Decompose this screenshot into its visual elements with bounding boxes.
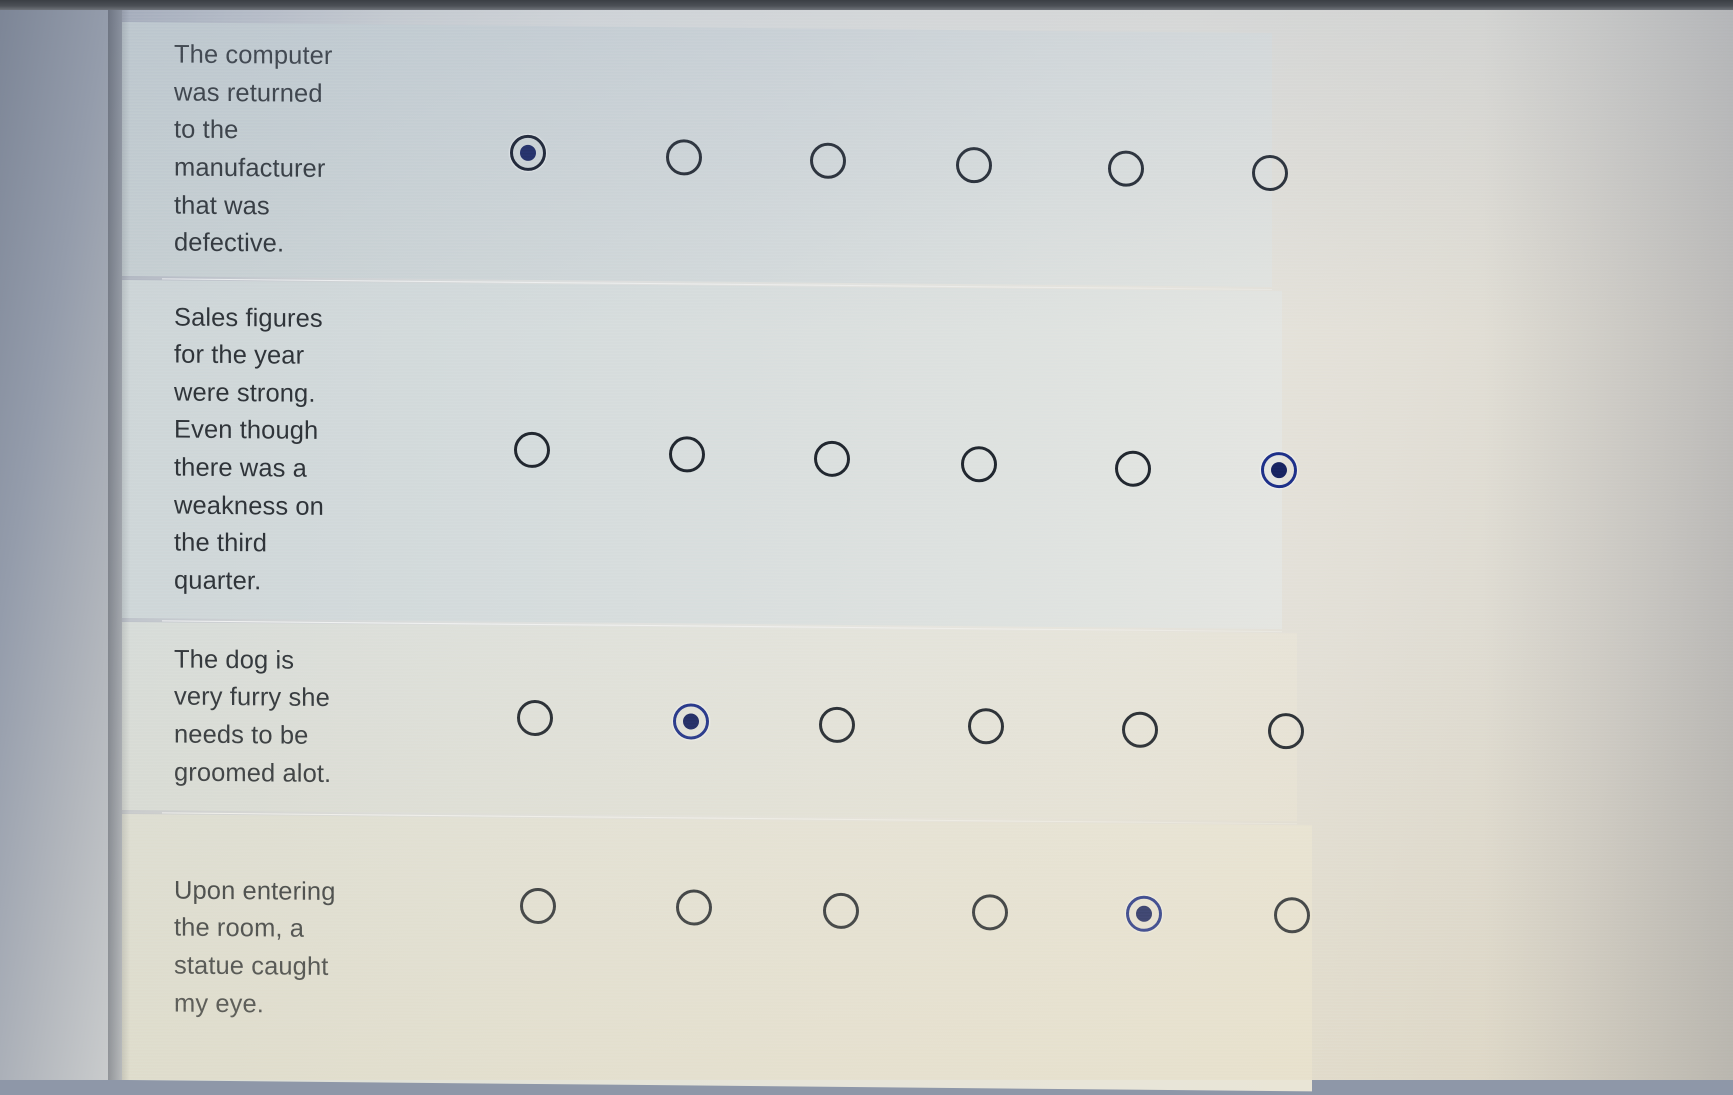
survey-row-prompt: The computer was returned to the manufac…: [174, 40, 333, 258]
radio-option-5[interactable]: [1108, 150, 1144, 187]
monitor-left-bezel: [0, 0, 122, 1080]
radio-option-2[interactable]: [676, 889, 712, 926]
radio-option-3[interactable]: [819, 706, 855, 743]
survey-row-options: [404, 25, 1288, 287]
radio-option-1[interactable]: [517, 699, 553, 737]
radio-option-5[interactable]: [1126, 896, 1162, 933]
survey-row: The dog is very furry she needs to be gr…: [122, 622, 1304, 822]
survey-row: Sales figures for the year were strong. …: [122, 280, 1297, 630]
radio-option-5[interactable]: [1115, 450, 1151, 488]
survey-row: Upon entering the room, a statue caught …: [122, 814, 1312, 1092]
survey-row-options: [404, 625, 1304, 822]
radio-option-4[interactable]: [968, 707, 1004, 745]
radio-option-3[interactable]: [810, 142, 846, 180]
radio-option-1[interactable]: [520, 887, 556, 924]
radio-option-4[interactable]: [972, 894, 1008, 931]
radio-option-4[interactable]: [961, 445, 997, 483]
radio-option-2[interactable]: [666, 138, 702, 176]
radio-option-1[interactable]: [510, 134, 546, 172]
left-bezel-shadow: [108, 0, 130, 1080]
radio-option-2[interactable]: [669, 436, 705, 473]
photographed-screen: The computer was returned to the manufac…: [0, 0, 1733, 1092]
survey-row: The computer was returned to the manufac…: [122, 22, 1288, 288]
survey-row-options: [404, 817, 1312, 1092]
radio-option-2[interactable]: [673, 703, 709, 740]
survey-row-prompt: Sales figures for the year were strong. …: [174, 303, 324, 596]
radio-option-5[interactable]: [1122, 711, 1158, 748]
survey-row-prompt: The dog is very furry she needs to be gr…: [174, 645, 332, 788]
radio-option-6[interactable]: [1274, 897, 1310, 934]
radio-option-1[interactable]: [514, 431, 550, 468]
radio-option-6[interactable]: [1252, 154, 1288, 191]
radio-option-3[interactable]: [814, 441, 850, 478]
survey-row-options: [404, 283, 1297, 629]
radio-option-6[interactable]: [1261, 452, 1297, 489]
radio-option-3[interactable]: [823, 893, 859, 930]
radio-option-6[interactable]: [1268, 712, 1304, 750]
survey-matrix: The computer was returned to the manufac…: [122, 8, 1733, 1095]
survey-row-prompt: Upon entering the room, a statue caught …: [174, 876, 336, 1018]
radio-option-4[interactable]: [956, 146, 992, 183]
monitor-top-bezel: [0, 0, 1733, 10]
